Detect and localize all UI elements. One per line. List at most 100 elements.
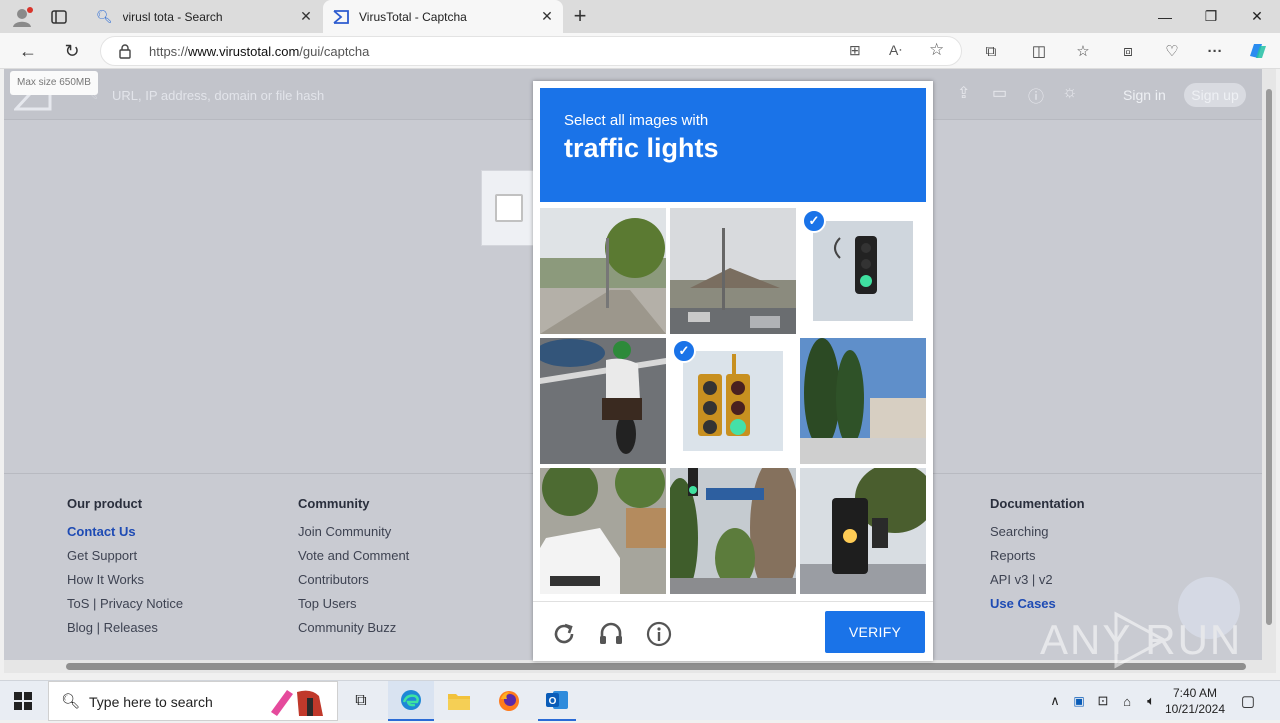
- file-explorer-icon[interactable]: [440, 681, 478, 721]
- clock-time: 7:40 AM: [1172, 686, 1218, 700]
- footer-link[interactable]: Get Support: [67, 548, 183, 565]
- extensions-icon[interactable]: ⧉: [979, 39, 1003, 63]
- firefox-icon[interactable]: [490, 681, 528, 721]
- footer-link[interactable]: How It Works: [67, 572, 183, 589]
- url-host: www.virustotal.com: [188, 44, 300, 59]
- cypress-trees-image: [800, 338, 926, 464]
- vertical-scroll-thumb[interactable]: [1266, 89, 1272, 625]
- minimize-icon[interactable]: —: [1142, 0, 1188, 33]
- footer-link[interactable]: Top Users: [298, 596, 409, 613]
- footer-link[interactable]: Join Community: [298, 524, 409, 541]
- captcha-footer: VERIFY: [533, 601, 933, 661]
- edge-taskbar-icon[interactable]: [388, 681, 434, 721]
- tab-actions-icon[interactable]: [50, 8, 68, 26]
- new-tab-icon[interactable]: +: [568, 5, 592, 29]
- tab-title: VirusTotal - Captcha: [359, 9, 467, 24]
- street-sign-image: [670, 468, 796, 594]
- footer-link[interactable]: Vote and Comment: [298, 548, 409, 565]
- outlook-tray-icon[interactable]: ▣: [1068, 681, 1090, 721]
- captcha-tile-2[interactable]: [670, 208, 796, 334]
- captcha-tile-1[interactable]: [540, 208, 666, 334]
- close-tab-icon[interactable]: ✕: [537, 8, 557, 25]
- search-tab-icon: 🔍︎: [96, 8, 113, 24]
- tab-captcha[interactable]: VirusTotal - Captcha ✕: [323, 0, 563, 33]
- svg-text:O: O: [549, 696, 557, 707]
- audio-challenge-icon[interactable]: [597, 620, 625, 648]
- windows-start-icon[interactable]: [14, 692, 32, 710]
- show-hidden-icons-icon[interactable]: ∧: [1044, 681, 1066, 721]
- footer-link[interactable]: Contact Us: [67, 524, 183, 541]
- favorites-icon[interactable]: ☆: [1071, 39, 1095, 63]
- network-icon[interactable]: ⌂: [1116, 681, 1138, 721]
- read-aloud-icon[interactable]: Aᐧ: [889, 42, 902, 59]
- clock[interactable]: 7:40 AM 10/21/2024: [1163, 681, 1227, 721]
- upload-icon[interactable]: ⇪: [957, 83, 970, 103]
- captcha-tile-6[interactable]: [800, 338, 926, 464]
- profile-icon[interactable]: [10, 5, 34, 29]
- footer-link[interactable]: ToS | Privacy Notice: [67, 596, 183, 613]
- copilot-icon[interactable]: [1245, 39, 1269, 63]
- reload-icon[interactable]: [550, 620, 578, 648]
- recaptcha-checkbox[interactable]: [495, 194, 523, 222]
- back-icon[interactable]: ←: [13, 36, 43, 66]
- footer-col-our-product: Our product Contact Us Get Support How I…: [67, 496, 183, 644]
- captcha-tile-4[interactable]: [540, 338, 666, 464]
- split-screen-icon[interactable]: ◫: [1027, 39, 1051, 63]
- task-view-icon[interactable]: ⧉: [346, 681, 376, 721]
- lock-icon[interactable]: [118, 43, 132, 59]
- footer-heading: Our product: [67, 496, 143, 511]
- search-highlight-icon: [267, 686, 331, 718]
- captcha-tile-9[interactable]: [800, 468, 926, 594]
- captcha-target: traffic lights: [564, 133, 719, 163]
- footer-link[interactable]: Blog | Releases: [67, 620, 183, 637]
- sign-up-button[interactable]: Sign up: [1184, 83, 1246, 107]
- footer-link[interactable]: Contributors: [298, 572, 409, 589]
- max-size-tooltip: Max size 650MB: [10, 71, 98, 95]
- tab-search[interactable]: 🔍︎ virusl tota - Search ✕: [86, 0, 322, 33]
- refresh-icon[interactable]: ↻: [57, 36, 87, 66]
- vt-search-input[interactable]: URL, IP address, domain or file hash: [112, 88, 324, 103]
- taskbar-search[interactable]: 🔍︎ Type here to search: [48, 681, 338, 721]
- anyrun-watermark: ANY RUN: [1040, 577, 1243, 670]
- captcha-tile-8[interactable]: [670, 468, 796, 594]
- captcha-header: Select all images with traffic lights: [540, 88, 926, 202]
- footer-link[interactable]: Community Buzz: [298, 620, 409, 637]
- chat-icon[interactable]: ▭: [992, 83, 1007, 103]
- van-street-image: [540, 468, 666, 594]
- taskbar-search-icon: 🔍︎: [61, 693, 81, 710]
- favorite-star-icon[interactable]: ☆: [929, 40, 944, 60]
- info-icon[interactable]: [645, 620, 673, 648]
- windows-taskbar: 🔍︎ Type here to search ⧉ O ∧ ▣ ⊡ ⌂ 🔈︎ 7:…: [0, 680, 1280, 721]
- notifications-icon[interactable]: ▢: [1234, 681, 1262, 721]
- footer-link[interactable]: API v3 | v2: [990, 572, 1085, 589]
- footer-link[interactable]: Searching: [990, 524, 1085, 541]
- motorcycle-rider-image: [540, 338, 666, 464]
- tray-app-icon[interactable]: ⊡: [1092, 681, 1114, 721]
- browser-tab-bar: 🔍︎ virusl tota - Search ✕ VirusTotal - C…: [0, 0, 1280, 33]
- address-bar[interactable]: https://www.virustotal.com/gui/captcha ⊞…: [100, 36, 962, 66]
- restore-icon[interactable]: ❐: [1188, 0, 1234, 33]
- outlook-icon[interactable]: O: [538, 681, 576, 721]
- volume-icon[interactable]: 🔈︎: [1140, 681, 1162, 721]
- tab-title: virusl tota - Search: [122, 9, 223, 24]
- footer-heading: Community: [298, 496, 370, 511]
- watermark-text: ANY RUN: [1040, 616, 1243, 663]
- tile-5-selected-check-icon: ✓: [672, 339, 696, 363]
- more-menu-icon[interactable]: ···: [1203, 39, 1227, 63]
- footer-link[interactable]: Reports: [990, 548, 1085, 565]
- captcha-challenge: Select all images with traffic lights ✓ …: [533, 81, 933, 661]
- collections-icon[interactable]: ⧈: [1116, 39, 1140, 63]
- app-available-icon[interactable]: ⊞: [849, 42, 861, 59]
- captcha-tile-7[interactable]: [540, 468, 666, 594]
- close-tab-icon[interactable]: ✕: [296, 8, 316, 25]
- captcha-prompt: Select all images with: [564, 112, 709, 129]
- close-window-icon[interactable]: ✕: [1234, 0, 1280, 33]
- vertical-scrollbar[interactable]: [1262, 69, 1276, 673]
- traffic-signal-yellow-image: [800, 468, 926, 594]
- theme-icon[interactable]: ☼: [1062, 82, 1078, 102]
- verify-button[interactable]: VERIFY: [825, 611, 925, 653]
- browser-essentials-icon[interactable]: ♡: [1160, 39, 1184, 63]
- sign-in-link[interactable]: Sign in: [1123, 87, 1166, 103]
- help-icon[interactable]: ⓘ: [1028, 83, 1044, 107]
- footer-col-documentation: Documentation Searching Reports API v3 |…: [990, 496, 1085, 620]
